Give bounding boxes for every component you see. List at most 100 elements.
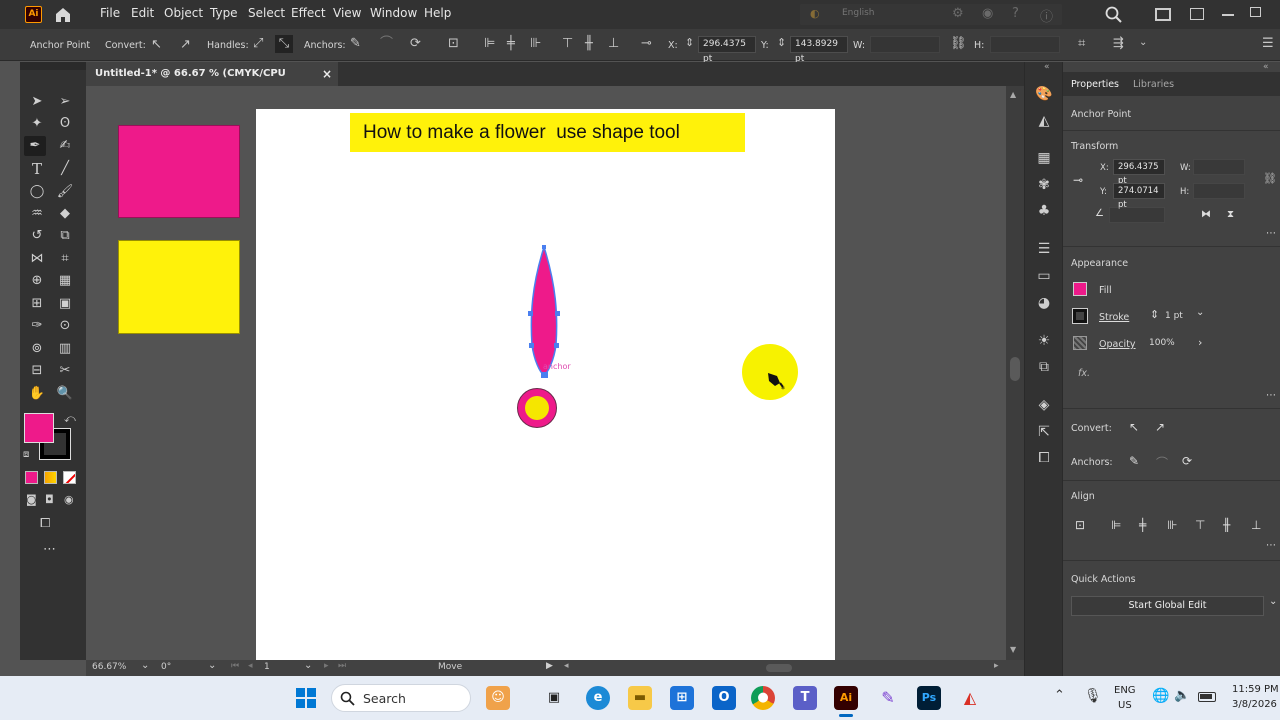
cut-path-icon[interactable]: ⟳ <box>410 37 421 50</box>
horizontal-scroll-thumb[interactable] <box>766 664 792 672</box>
screen-mode-icon[interactable]: ⧠ <box>40 516 50 531</box>
gradient-tool-icon[interactable]: ▣ <box>54 294 76 314</box>
chevron-down-icon[interactable]: ⌄ <box>1139 38 1147 48</box>
draw-behind-icon[interactable]: ◘ <box>45 493 54 506</box>
rotation-dropdown-icon[interactable]: ⌄ <box>208 660 216 671</box>
mesh-tool-icon[interactable]: ⊞ <box>26 294 48 314</box>
connect-anchor-icon[interactable]: ⌒ <box>1156 454 1168 471</box>
perspective-grid-tool-icon[interactable]: ▦ <box>54 271 76 291</box>
line-tool-icon[interactable]: ╱ <box>54 159 76 179</box>
stroke-weight-dropdown-icon[interactable]: ⌄ <box>1196 307 1204 318</box>
align-top-icon[interactable]: ⊤ <box>1195 518 1205 532</box>
draw-inside-icon[interactable]: ◉ <box>64 493 74 506</box>
hide-handles-icon[interactable]: ⤡ <box>275 35 293 53</box>
convert-corner-icon[interactable]: ↖ <box>151 38 162 51</box>
y-position-field[interactable]: 143.8929 pt <box>790 36 848 64</box>
menu-view[interactable]: View <box>333 6 361 20</box>
align-hcenter-icon[interactable]: ╪ <box>1139 518 1146 532</box>
constrain-proportions-icon[interactable]: ⛓ <box>950 37 967 50</box>
zoom-dropdown-icon[interactable]: ⌄ <box>141 660 149 671</box>
microphone-icon[interactable]: 🎙 <box>1084 688 1102 704</box>
panel-menu-icon[interactable]: ☰ <box>1262 37 1274 50</box>
align-right-icon[interactable]: ⊪ <box>530 37 541 50</box>
show-handles-icon[interactable]: ⤢ <box>253 37 263 50</box>
fill-swatch[interactable] <box>1073 282 1087 296</box>
artboard-number-field[interactable]: 1 <box>264 662 270 672</box>
window-minimize-icon[interactable] <box>1222 14 1234 16</box>
align-to-icon[interactable]: ⊡ <box>448 37 459 50</box>
menu-effect[interactable]: Effect <box>291 6 326 20</box>
next-artboard-icon[interactable]: ▸ <box>324 661 329 671</box>
menu-object[interactable]: Object <box>164 6 203 20</box>
connect-anchor-icon[interactable]: ⌒ <box>380 37 393 50</box>
widgets-icon[interactable]: ☺ <box>486 686 510 710</box>
slice-tool-icon[interactable]: ✂ <box>54 361 76 381</box>
rotation-field[interactable]: 0° <box>161 662 171 672</box>
close-document-icon[interactable]: × <box>322 62 332 86</box>
opacity-field[interactable]: 100% <box>1149 338 1175 348</box>
reference-point-icon[interactable]: ⊸ <box>1073 173 1083 187</box>
zoom-tool-icon[interactable]: 🔍 <box>54 384 76 404</box>
blend-tool-icon[interactable]: ⊙ <box>54 316 76 336</box>
shape-builder-tool-icon[interactable]: ⊕ <box>26 271 48 291</box>
transparency-panel-icon[interactable]: ◕ <box>1035 294 1053 312</box>
reference-point-icon[interactable]: ⊸ <box>641 37 652 50</box>
transform-y-field[interactable]: 274.0714 pt <box>1113 183 1165 210</box>
petal-shape[interactable] <box>526 245 566 379</box>
scroll-up-icon[interactable]: ▲ <box>1010 90 1016 99</box>
transform-w-field[interactable] <box>1193 159 1245 175</box>
canvas-area[interactable]: How to make a flower use shape tool anch… <box>86 86 1006 660</box>
windows-start-icon[interactable] <box>295 687 317 709</box>
battery-icon[interactable] <box>1198 692 1216 702</box>
scroll-left-icon[interactable]: ◂ <box>564 661 569 671</box>
edge-browser-icon[interactable]: e <box>586 686 610 710</box>
more-options-icon[interactable]: ⋯ <box>1266 228 1276 239</box>
eyedropper-tool-icon[interactable]: ✑ <box>26 316 48 336</box>
direct-selection-tool-icon[interactable]: ➢ <box>54 92 76 112</box>
tab-properties[interactable]: Properties <box>1071 79 1119 90</box>
draw-normal-icon[interactable]: ◙ <box>26 493 37 506</box>
opacity-label[interactable]: Opacity <box>1099 339 1136 350</box>
stroke-label[interactable]: Stroke <box>1099 312 1129 323</box>
color-guide-icon[interactable]: ◭ <box>1035 112 1053 130</box>
transform-icon[interactable]: ⌗ <box>1078 37 1085 50</box>
menu-select[interactable]: Select <box>248 6 285 20</box>
tab-libraries[interactable]: Libraries <box>1133 79 1174 90</box>
menu-type[interactable]: Type <box>210 6 238 20</box>
previous-artboard-icon[interactable]: ◂ <box>248 661 253 671</box>
x-position-field[interactable]: 296.4375 pt <box>698 36 756 64</box>
rotate-tool-icon[interactable]: ↺ <box>26 226 48 246</box>
height-field[interactable] <box>990 36 1060 53</box>
selection-tool-icon[interactable]: ➤ <box>26 92 48 112</box>
stroke-weight-field[interactable]: 1 pt <box>1165 311 1183 321</box>
symbols-panel-icon[interactable]: ♣ <box>1035 202 1053 220</box>
width-tool-icon[interactable]: ⋈ <box>26 249 48 269</box>
chevron-up-icon[interactable]: ⌃ <box>1054 688 1065 703</box>
collapse-panels-icon[interactable]: « <box>1044 62 1050 72</box>
x-stepper-icon[interactable]: ⇕ <box>685 37 694 48</box>
flower-center-circle[interactable] <box>517 388 557 428</box>
fill-color-swatch[interactable] <box>24 413 54 443</box>
convert-corner-icon[interactable]: ↖ <box>1129 420 1139 434</box>
global-edit-dropdown-icon[interactable]: ⌄ <box>1269 596 1277 607</box>
align-top-icon[interactable]: ⊤ <box>562 37 573 50</box>
paintbrush-tool-icon[interactable]: 🖌 <box>54 182 76 202</box>
taskbar-search-box[interactable]: Search <box>331 684 471 712</box>
title-banner[interactable]: How to make a flower use shape tool <box>350 113 745 152</box>
ellipse-tool-icon[interactable]: ◯ <box>26 182 48 202</box>
symbol-sprayer-tool-icon[interactable]: ⊚ <box>26 339 48 359</box>
search-icon[interactable] <box>1105 6 1123 28</box>
clock-time[interactable]: 11:59 PM <box>1232 684 1279 695</box>
shaper-tool-icon[interactable]: ♒ <box>26 204 48 224</box>
y-stepper-icon[interactable]: ⇕ <box>777 37 786 48</box>
arrange-documents-icon[interactable] <box>1155 8 1171 21</box>
curvature-tool-icon[interactable]: ✍ <box>54 136 76 156</box>
teams-icon[interactable]: T <box>793 686 817 710</box>
stroke-swatch[interactable] <box>1072 308 1088 324</box>
last-artboard-icon[interactable]: ⏭ <box>338 661 346 671</box>
width-field[interactable] <box>870 36 940 53</box>
more-options-icon[interactable]: ⋯ <box>1266 390 1276 401</box>
rotate-angle-field[interactable] <box>1109 207 1165 223</box>
clock-date[interactable]: 3/8/2026 <box>1232 699 1277 710</box>
graphic-styles-panel-icon[interactable]: ⧉ <box>1035 358 1053 376</box>
